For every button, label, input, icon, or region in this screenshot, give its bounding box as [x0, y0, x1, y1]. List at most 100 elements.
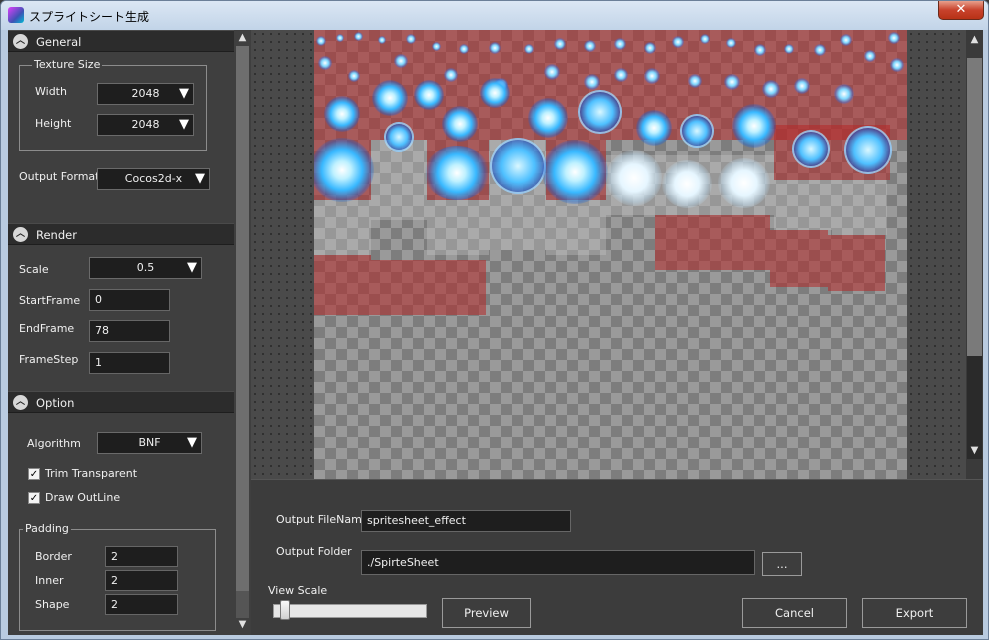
orb-sprite — [442, 106, 478, 142]
draw-outline-label[interactable]: Draw OutLine — [45, 491, 120, 504]
output-filename-input[interactable]: spritesheet_effect — [361, 510, 571, 532]
spark-sprite — [890, 58, 904, 72]
padding-group: Padding Border 2 Inner 2 Shape 2 — [19, 522, 216, 631]
texture-size-group: Texture Size Width 2048 ▼ Height 2048 ▼ — [19, 58, 207, 151]
preview-margin-left — [251, 30, 314, 479]
sprite-sheet-window: スプライトシート生成 ✕ ︿ General Texture Size Widt… — [0, 0, 989, 640]
spark-sprite — [544, 64, 560, 80]
glow-sprite — [424, 146, 490, 200]
export-button[interactable]: Export — [862, 598, 967, 628]
spark-sprite — [814, 44, 826, 56]
orb-sprite — [414, 80, 444, 110]
output-panel: Output FileName spritesheet_effect Outpu… — [251, 479, 983, 635]
general-section-header[interactable]: ︿ General — [8, 30, 234, 52]
scrollbar-track[interactable] — [967, 356, 982, 459]
spark-sprite — [724, 74, 740, 90]
border-label: Border — [35, 550, 72, 563]
start-frame-input[interactable]: 0 — [89, 289, 170, 311]
close-icon: ✕ — [955, 2, 967, 17]
orb-sprite — [480, 78, 510, 108]
spark-sprite — [644, 68, 660, 84]
sprite-tile — [546, 200, 606, 255]
width-label: Width — [35, 85, 67, 98]
algorithm-label: Algorithm — [27, 437, 81, 450]
ring-sprite — [680, 114, 714, 148]
spark-sprite — [614, 68, 628, 82]
inner-input[interactable]: 2 — [105, 570, 178, 591]
height-value: 2048 — [131, 118, 160, 131]
width-value: 2048 — [131, 87, 160, 100]
scrollbar-thumb[interactable] — [967, 58, 982, 356]
app-icon — [8, 7, 24, 23]
scale-dropdown[interactable]: 0.5 ▼ — [89, 257, 202, 279]
scroll-up-arrow-icon[interactable]: ▲ — [969, 34, 980, 45]
output-folder-label: Output Folder — [276, 545, 352, 558]
spark-sprite — [348, 70, 360, 82]
preview-area[interactable] — [251, 30, 966, 479]
settings-scrollbar[interactable]: ▲ ▼ — [234, 30, 251, 635]
spark-sprite — [489, 42, 501, 54]
triangle-down-icon: ▼ — [195, 171, 205, 186]
spark-sprite — [794, 78, 810, 94]
view-scale-label: View Scale — [268, 584, 328, 597]
sprite-tile — [770, 230, 828, 287]
start-frame-label: StartFrame — [19, 294, 81, 307]
title-bar[interactable]: スプライトシート生成 ✕ — [1, 1, 988, 30]
ring-sprite — [792, 130, 830, 168]
sprite-tile — [314, 255, 371, 315]
render-header-label: Render — [36, 228, 77, 242]
close-button[interactable]: ✕ — [938, 1, 984, 20]
preview-button[interactable]: Preview — [442, 598, 531, 628]
view-scale-slider-thumb[interactable] — [280, 600, 291, 620]
output-format-dropdown[interactable]: Cocos2d-x ▼ — [97, 168, 210, 190]
cancel-button[interactable]: Cancel — [742, 598, 847, 628]
scroll-down-arrow-icon[interactable]: ▼ — [969, 445, 980, 456]
scroll-down-arrow-icon[interactable]: ▼ — [237, 619, 248, 630]
width-dropdown[interactable]: 2048 ▼ — [97, 83, 194, 105]
option-section-header[interactable]: ︿ Option — [8, 391, 234, 413]
spark-sprite — [524, 44, 534, 54]
checkmark-icon: ✓ — [29, 469, 39, 480]
spark-sprite — [554, 38, 566, 50]
scrollbar-thumb[interactable] — [236, 46, 249, 591]
height-dropdown[interactable]: 2048 ▼ — [97, 114, 194, 136]
chevron-up-icon[interactable]: ︿ — [13, 227, 28, 242]
triangle-down-icon: ▼ — [187, 435, 197, 450]
sprite-tile — [371, 140, 427, 220]
browse-folder-button[interactable]: ... — [762, 552, 802, 576]
render-section-header[interactable]: ︿ Render — [8, 223, 234, 245]
triangle-down-icon: ▼ — [179, 86, 189, 101]
trim-transparent-label[interactable]: Trim Transparent — [45, 467, 137, 480]
sprite-tile — [314, 200, 371, 255]
shape-label: Shape — [35, 598, 70, 611]
sprite-tile — [371, 260, 486, 315]
spark-sprite — [888, 32, 900, 44]
spark-sprite — [700, 34, 710, 44]
algorithm-dropdown[interactable]: BNF ▼ — [97, 432, 202, 454]
chevron-up-icon[interactable]: ︿ — [13, 34, 28, 49]
preview-scrollbar[interactable]: ▲ ▼ — [966, 30, 983, 479]
frame-step-input[interactable]: 1 — [89, 352, 170, 374]
shape-input[interactable]: 2 — [105, 594, 178, 615]
draw-outline-checkbox[interactable]: ✓ — [28, 492, 40, 504]
view-scale-slider[interactable] — [273, 604, 427, 618]
scroll-up-arrow-icon[interactable]: ▲ — [237, 32, 248, 43]
spark-sprite — [584, 74, 600, 90]
spark-sprite — [406, 34, 416, 44]
output-format-label: Output Format — [19, 170, 100, 183]
spark-sprite — [688, 74, 702, 88]
ring-sprite — [490, 138, 546, 194]
end-frame-label: EndFrame — [19, 322, 75, 335]
scale-label: Scale — [19, 263, 49, 276]
sprite-sheet-canvas[interactable] — [314, 30, 907, 479]
output-folder-input[interactable]: ./SpirteSheet — [361, 550, 755, 575]
spark-sprite — [316, 36, 326, 46]
chevron-up-icon[interactable]: ︿ — [13, 395, 28, 410]
border-input[interactable]: 2 — [105, 546, 178, 567]
client-area: ︿ General Texture Size Width 2048 ▼ Heig… — [8, 30, 983, 635]
trim-transparent-checkbox[interactable]: ✓ — [28, 468, 40, 480]
triangle-down-icon: ▼ — [179, 117, 189, 132]
spark-sprite — [394, 54, 408, 68]
end-frame-input[interactable]: 78 — [89, 320, 170, 342]
sprite-tile — [832, 180, 887, 235]
